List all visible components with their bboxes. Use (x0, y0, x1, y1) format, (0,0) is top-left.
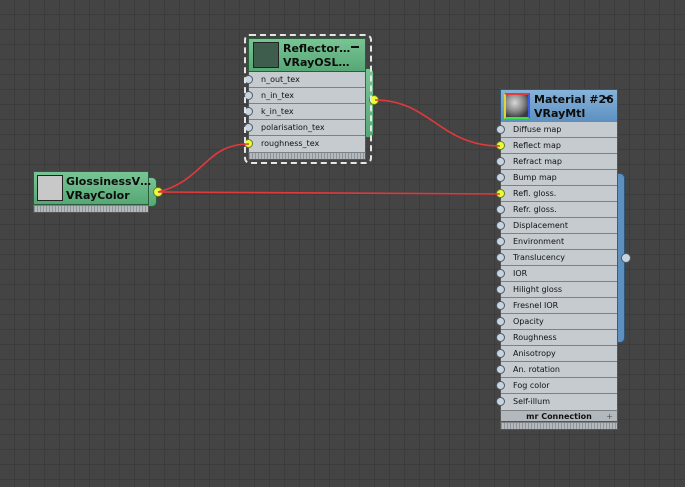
slot-roughness[interactable]: Roughness (496, 330, 617, 346)
reflector-header[interactable]: Reflector… VRayOSL… (248, 38, 366, 72)
slot-refl-gloss[interactable]: Refl. gloss. (496, 186, 617, 202)
slot-n-out-tex[interactable]: n_out_tex (244, 72, 365, 88)
input-port-icon[interactable] (496, 157, 505, 166)
input-port-icon[interactable] (496, 237, 505, 246)
material-sphere-preview (504, 93, 530, 119)
slot-diffuse-map[interactable]: Diffuse map (496, 122, 617, 138)
glossiness-header[interactable]: GlossinessV… VRayColor (33, 171, 152, 205)
glossiness-color-swatch[interactable] (37, 175, 63, 201)
input-port-connected-icon[interactable] (496, 189, 505, 198)
slot-translucency[interactable]: Translucency (496, 250, 617, 266)
input-port-icon[interactable] (496, 285, 505, 294)
slot-refr-gloss[interactable]: Refr. gloss. (496, 202, 617, 218)
slot-refract-map[interactable]: Refract map (496, 154, 617, 170)
slot-roughness-tex[interactable]: roughness_tex (244, 136, 365, 152)
input-port-icon[interactable] (496, 125, 505, 134)
material-footer[interactable] (500, 422, 618, 430)
reflector-type: VRayOSL… (283, 56, 350, 69)
wire-glossiness-to-roughness-tex[interactable] (157, 143, 250, 193)
input-port-connected-icon[interactable] (244, 139, 253, 148)
mr-connection-label: mr Connection (526, 412, 592, 421)
slot-hilight-gloss[interactable]: Hilight gloss (496, 282, 617, 298)
input-port-icon[interactable] (496, 317, 505, 326)
reflector-collapse-icon[interactable] (351, 46, 359, 48)
reflector-node[interactable]: Reflector… VRayOSL… n_out_tex n_in_tex k… (244, 38, 379, 160)
glossiness-output-port-icon[interactable] (153, 187, 163, 197)
material-header[interactable]: Material #26 VRayMtl (500, 89, 618, 123)
slot-polarisation-tex[interactable]: polarisation_tex (244, 120, 365, 136)
material-node[interactable]: Material #26 VRayMtl Diffuse map Reflect… (496, 89, 631, 430)
input-port-icon[interactable] (496, 349, 505, 358)
slot-environment[interactable]: Environment (496, 234, 617, 250)
slot-self-illum[interactable]: Self-illum (496, 394, 617, 410)
input-port-icon[interactable] (496, 301, 505, 310)
input-port-icon[interactable] (496, 205, 505, 214)
slot-anisotropy[interactable]: Anisotropy (496, 346, 617, 362)
wire-glossiness-to-refl-gloss[interactable] (157, 191, 501, 195)
slot-bump-map[interactable]: Bump map (496, 170, 617, 186)
input-port-icon[interactable] (496, 397, 505, 406)
input-port-icon[interactable] (244, 75, 253, 84)
material-type: VRayMtl (534, 107, 586, 120)
slot-n-in-tex[interactable]: n_in_tex (244, 88, 365, 104)
reflector-output-port-icon[interactable] (369, 95, 379, 105)
slot-displacement[interactable]: Displacement (496, 218, 617, 234)
glossiness-footer[interactable] (33, 205, 149, 213)
input-port-connected-icon[interactable] (496, 141, 505, 150)
slot-an-rotation[interactable]: An. rotation (496, 362, 617, 378)
slot-k-in-tex[interactable]: k_in_tex (244, 104, 365, 120)
glossiness-node[interactable]: GlossinessV… VRayColor (33, 171, 163, 213)
input-port-icon[interactable] (496, 381, 505, 390)
input-port-icon[interactable] (244, 91, 253, 100)
input-port-icon[interactable] (496, 269, 505, 278)
mr-connection-rollout[interactable]: mr Connection + (500, 410, 618, 422)
input-port-icon[interactable] (496, 173, 505, 182)
reflector-slot-list: n_out_tex n_in_tex k_in_tex polarisation… (244, 72, 366, 153)
material-slot-list: Diffuse map Reflect map Refract map Bump… (496, 122, 618, 411)
reflector-title: Reflector… (283, 42, 351, 55)
input-port-icon[interactable] (496, 333, 505, 342)
glossiness-title: GlossinessV… (66, 175, 152, 188)
input-port-icon[interactable] (496, 365, 505, 374)
slot-opacity[interactable]: Opacity (496, 314, 617, 330)
input-port-icon[interactable] (244, 123, 253, 132)
input-port-icon[interactable] (496, 221, 505, 230)
reflector-preview-swatch (253, 42, 279, 68)
wire-reflector-to-reflect-map[interactable] (374, 99, 501, 147)
reflector-footer[interactable] (248, 152, 366, 160)
material-collapse-icon[interactable] (603, 97, 611, 99)
material-title: Material #26 (534, 93, 614, 106)
input-port-icon[interactable] (244, 107, 253, 116)
slot-fresnel-ior[interactable]: Fresnel IOR (496, 298, 617, 314)
input-port-icon[interactable] (496, 253, 505, 262)
slot-ior[interactable]: IOR (496, 266, 617, 282)
slot-reflect-map[interactable]: Reflect map (496, 138, 617, 154)
material-output-port-icon[interactable] (621, 253, 631, 263)
slot-fog-color[interactable]: Fog color (496, 378, 617, 394)
glossiness-type: VRayColor (66, 189, 130, 202)
